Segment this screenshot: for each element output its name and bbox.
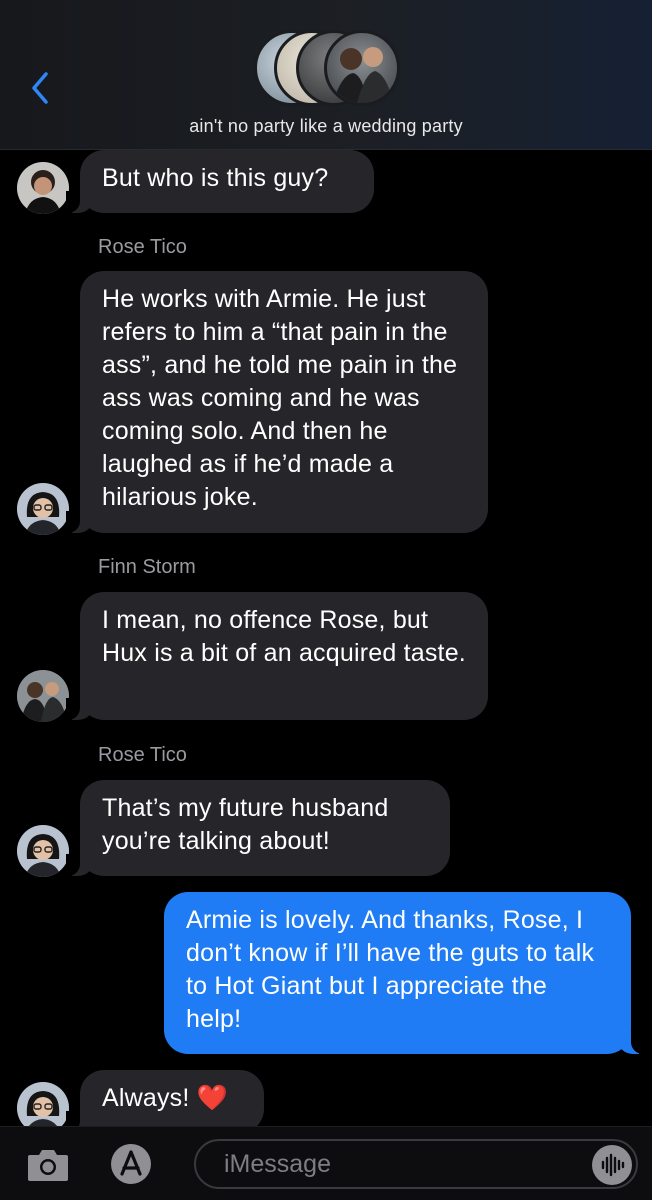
group-avatar-stack[interactable] — [254, 30, 400, 106]
heart-emoji: ❤️ — [196, 1084, 229, 1112]
avatar[interactable] — [17, 1082, 69, 1126]
back-button[interactable] — [26, 66, 56, 110]
message-bubble-incoming[interactable]: But who is this guy? — [66, 150, 374, 213]
imessage-field[interactable] — [194, 1139, 638, 1189]
man-curly-hair-avatar — [17, 162, 69, 214]
group-name[interactable]: ain't no party like a wedding party — [0, 116, 652, 137]
avatar[interactable] — [17, 825, 69, 877]
message-text: He works with Armie. He just refers to h… — [102, 285, 458, 511]
chevron-left-icon — [32, 72, 48, 104]
avatar[interactable] — [17, 162, 69, 214]
audio-waveform-icon — [601, 1153, 625, 1177]
app-store-icon — [111, 1144, 151, 1184]
message-bubble-incoming[interactable]: That’s my future husband you’re talking … — [66, 780, 450, 876]
camera-icon — [28, 1150, 68, 1181]
message-bubble-incoming[interactable]: I mean, no offence Rose, but Hux is a bi… — [66, 592, 488, 720]
conversation-header: ain't no party like a wedding party — [0, 0, 652, 150]
sender-name: Rose Tico — [98, 744, 187, 766]
message-input-bar — [0, 1126, 652, 1200]
two-men-avatar — [17, 670, 69, 722]
message-text: I mean, no offence Rose, but Hux is a bi… — [102, 606, 466, 667]
woman-glasses-avatar — [17, 825, 69, 877]
message-text: Armie is lovely. And thanks, Rose, I don… — [186, 906, 595, 1033]
message-thread[interactable]: But who is this guy? Rose Tico He works … — [0, 150, 652, 1126]
sender-name: Rose Tico — [98, 236, 187, 258]
message-text: Always! — [102, 1084, 190, 1112]
message-bubble-outgoing[interactable]: Armie is lovely. And thanks, Rose, I don… — [164, 892, 645, 1054]
woman-glasses-avatar — [17, 483, 69, 535]
message-text: But who is this guy? — [102, 164, 329, 192]
avatar[interactable] — [17, 670, 69, 722]
message-text: That’s my future husband you’re talking … — [102, 794, 389, 855]
message-bubble-incoming[interactable]: He works with Armie. He just refers to h… — [66, 271, 488, 533]
woman-glasses-avatar — [17, 1082, 69, 1126]
audio-record-button[interactable] — [592, 1145, 632, 1185]
message-input[interactable] — [224, 1149, 564, 1179]
avatar[interactable] — [17, 483, 69, 535]
message-bubble-incoming[interactable]: Always! ❤️ — [66, 1070, 264, 1126]
group-member-avatar — [324, 30, 400, 106]
apps-button[interactable] — [110, 1143, 152, 1185]
camera-button[interactable] — [26, 1147, 70, 1183]
sender-name: Finn Storm — [98, 556, 196, 578]
